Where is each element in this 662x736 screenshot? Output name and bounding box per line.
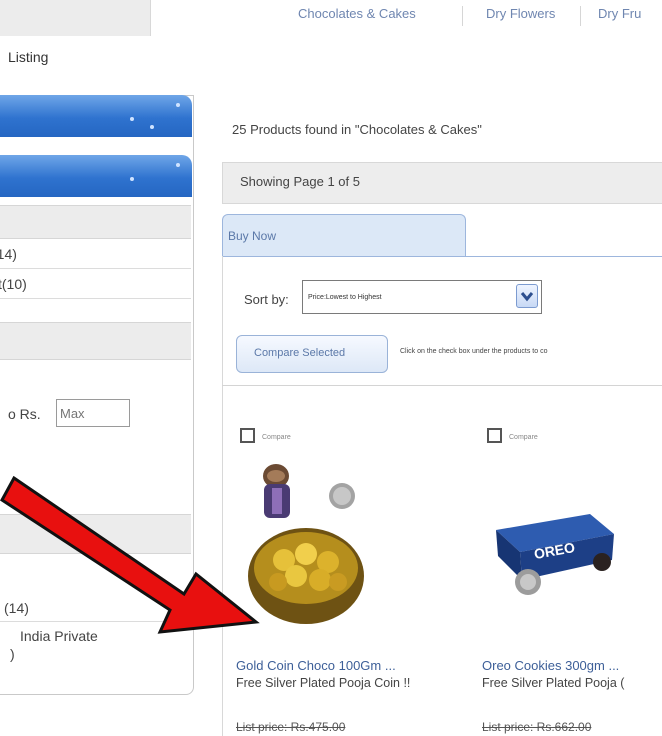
sidebar-group-header [0,322,191,360]
decor-dot [130,117,134,121]
compare-checkbox-label: Compare [509,434,538,441]
price-to-label: o Rs. [8,406,41,422]
compare-checkbox[interactable] [240,428,255,443]
product-name[interactable]: Oreo Cookies 300gm ... [482,658,619,673]
price-max-input[interactable] [56,399,130,427]
results-count-text: 25 Products found in "Chocolates & Cakes… [232,122,482,137]
tab-buy-now-label: Buy Now [228,229,277,243]
divider [222,385,662,386]
chevron-down-icon[interactable] [516,284,538,308]
nav-left-segment [0,0,151,36]
product-list-price: List price: Rs.662.00 [482,720,592,734]
decor-dot [150,125,154,129]
sidebar-section-bar[interactable] [0,155,192,197]
brand-filter-count[interactable]: (14) [0,246,17,262]
decor-dot [130,177,134,181]
nav-separator [462,6,463,26]
nav-link-dry-fruits[interactable]: Dry Fru [598,6,641,21]
divider [0,268,191,269]
product-name[interactable]: Gold Coin Choco 100Gm ... [236,658,396,673]
decor-dot [176,163,180,167]
nav-link-dry-flowers[interactable]: Dry Flowers [486,6,555,21]
divider [0,298,191,299]
compare-checkbox-label: Compare [262,434,291,441]
sort-label: Sort by: [244,292,289,307]
product-list-price: List price: Rs.475.00 [236,720,346,734]
product-description: Free Silver Plated Pooja ( [482,676,625,690]
oreo-cookies-image[interactable]: OREO [492,490,622,610]
compare-selected-label: Compare Selected [254,347,346,359]
top-navigation: Chocolates & Cakes Dry Flowers Dry Fru [0,0,662,36]
sort-selected-value: Price:Lowest to Highest [308,294,382,301]
compare-hint-text: Click on the check box under the product… [400,348,548,355]
brand-filter-count[interactable]: t(10) [0,276,27,292]
sidebar-group-header [0,205,191,239]
page-heading: Listing [8,49,49,65]
nav-separator [580,6,581,26]
sidebar-header-bar [0,95,192,137]
red-arrow-icon [0,475,260,634]
product-description: Free Silver Plated Pooja Coin !! [236,676,411,690]
nav-link-chocolates-cakes[interactable]: Chocolates & Cakes [298,6,416,21]
decor-dot [176,103,180,107]
compare-checkbox[interactable] [487,428,502,443]
pagination-text: Showing Page 1 of 5 [240,174,360,189]
